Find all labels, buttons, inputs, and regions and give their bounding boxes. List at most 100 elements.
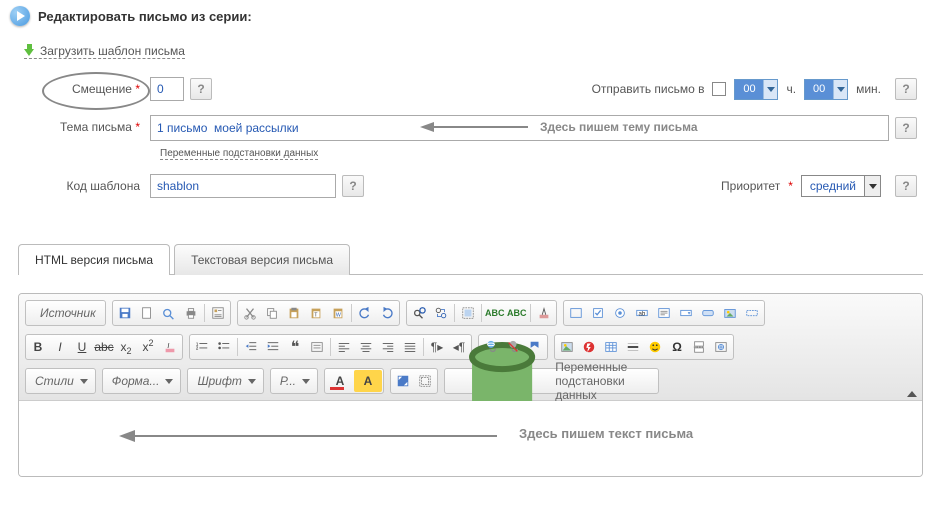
required-marker: * xyxy=(135,82,140,96)
blockquote-button[interactable]: ❝ xyxy=(284,336,306,358)
scayt-button[interactable]: ABC xyxy=(506,302,528,324)
hour-suffix: ч. xyxy=(786,82,796,96)
bidirtl-button[interactable]: ◂¶ xyxy=(448,336,470,358)
templates-button[interactable] xyxy=(207,302,229,324)
smiley-button[interactable] xyxy=(644,336,666,358)
editor-body[interactable]: Здесь пишем текст письма xyxy=(19,401,922,476)
selectall-button[interactable] xyxy=(457,302,479,324)
load-template-link[interactable]: Загрузить шаблон письма xyxy=(24,44,185,59)
hiddenfield-button[interactable] xyxy=(741,302,763,324)
imagebutton-button[interactable] xyxy=(719,302,741,324)
newpage-button[interactable] xyxy=(136,302,158,324)
priority-help-button[interactable]: ? xyxy=(895,175,917,197)
undo-button[interactable] xyxy=(354,302,376,324)
styles-combo[interactable]: Стили xyxy=(27,370,94,392)
subscript-button[interactable]: x2 xyxy=(115,336,137,358)
tb-group-font: Шрифт xyxy=(187,368,263,394)
tb-group-size: Р... xyxy=(270,368,318,394)
tb-group-clipboard: T W xyxy=(237,300,400,326)
textarea-button[interactable] xyxy=(653,302,675,324)
select-button[interactable] xyxy=(675,302,697,324)
subject-input[interactable] xyxy=(150,115,889,141)
toolbar-collapse-button[interactable] xyxy=(907,391,917,397)
cut-button[interactable] xyxy=(239,302,261,324)
removeformat-button[interactable] xyxy=(533,302,555,324)
paste-word-button[interactable]: W xyxy=(327,302,349,324)
anchor-button[interactable] xyxy=(524,336,546,358)
textcolor-button[interactable]: A xyxy=(326,370,354,392)
hr-button[interactable] xyxy=(622,336,644,358)
offset-input[interactable] xyxy=(150,77,184,101)
justifycenter-button[interactable] xyxy=(355,336,377,358)
send-hour-select[interactable]: 00 xyxy=(734,79,778,100)
superscript-button[interactable]: x2 xyxy=(137,336,159,358)
play-icon xyxy=(10,6,30,26)
vars-button[interactable]: Переменные подстановки данных xyxy=(446,370,657,392)
load-template-label: Загрузить шаблон письма xyxy=(40,44,185,58)
copy-button[interactable] xyxy=(261,302,283,324)
specialchar-button[interactable]: Ω xyxy=(666,336,688,358)
font-combo[interactable]: Шрифт xyxy=(189,370,261,392)
button-button[interactable] xyxy=(697,302,719,324)
tb-group-insert: Ω xyxy=(554,334,734,360)
showblocks-button[interactable] xyxy=(414,370,436,392)
tb-group-basicstyles: B I U abc x2 x2 I xyxy=(25,334,183,360)
minute-suffix: мин. xyxy=(856,82,881,96)
underline-button[interactable]: U xyxy=(71,336,93,358)
spellcheck-button[interactable]: ABC xyxy=(484,302,506,324)
send-at-help-button[interactable]: ? xyxy=(895,78,917,100)
format-combo[interactable]: Форма... xyxy=(104,370,180,392)
image-button[interactable] xyxy=(556,336,578,358)
print-button[interactable] xyxy=(180,302,202,324)
subject-vars-link[interactable]: Переменные подстановки данных xyxy=(160,148,318,160)
send-minute-select[interactable]: 00 xyxy=(804,79,848,100)
required-marker: * xyxy=(788,179,793,193)
redo-button[interactable] xyxy=(376,302,398,324)
iframe-button[interactable] xyxy=(710,336,732,358)
bidiltr-button[interactable]: ¶▸ xyxy=(426,336,448,358)
bold-button[interactable]: B xyxy=(27,336,49,358)
tab-text-version[interactable]: Текстовая версия письма xyxy=(174,244,350,275)
template-code-input[interactable] xyxy=(150,174,336,198)
bulletedlist-button[interactable] xyxy=(213,336,235,358)
justifyright-button[interactable] xyxy=(377,336,399,358)
subject-help-button[interactable]: ? xyxy=(895,117,917,139)
numberedlist-button[interactable]: 12 xyxy=(191,336,213,358)
indent-button[interactable] xyxy=(262,336,284,358)
radio-button[interactable] xyxy=(609,302,631,324)
paste-button[interactable] xyxy=(283,302,305,324)
maximize-button[interactable] xyxy=(392,370,414,392)
justifyblock-button[interactable] xyxy=(399,336,421,358)
find-button[interactable] xyxy=(408,302,430,324)
justifyleft-button[interactable] xyxy=(333,336,355,358)
save-button[interactable] xyxy=(114,302,136,324)
textfield-button[interactable]: ab xyxy=(631,302,653,324)
outdent-button[interactable] xyxy=(240,336,262,358)
link-button[interactable] xyxy=(480,336,502,358)
tab-html-version[interactable]: HTML версия письма xyxy=(18,244,170,275)
priority-value: средний xyxy=(802,176,864,196)
unlink-button[interactable] xyxy=(502,336,524,358)
flash-button[interactable] xyxy=(578,336,600,358)
pagebreak-button[interactable] xyxy=(688,336,710,358)
offset-help-button[interactable]: ? xyxy=(190,78,212,100)
preview-button[interactable] xyxy=(158,302,180,324)
priority-select[interactable]: средний xyxy=(801,175,881,197)
bgcolor-button[interactable]: A xyxy=(354,370,382,392)
removeformat2-button[interactable]: I xyxy=(159,336,181,358)
div-button[interactable] xyxy=(306,336,328,358)
paste-text-button[interactable]: T xyxy=(305,302,327,324)
replace-button[interactable] xyxy=(430,302,452,324)
form-button[interactable] xyxy=(565,302,587,324)
table-button[interactable] xyxy=(600,336,622,358)
tb-group-vars: Переменные подстановки данных xyxy=(444,368,659,394)
strike-button[interactable]: abc xyxy=(93,336,115,358)
checkbox-button[interactable] xyxy=(587,302,609,324)
italic-button[interactable]: I xyxy=(49,336,71,358)
size-combo[interactable]: Р... xyxy=(272,370,316,392)
source-button[interactable]: Источник xyxy=(27,302,104,324)
send-minute-value: 00 xyxy=(805,80,833,99)
code-help-button[interactable]: ? xyxy=(342,175,364,197)
offset-label: Смещение xyxy=(72,82,132,96)
send-at-checkbox[interactable] xyxy=(712,82,726,96)
